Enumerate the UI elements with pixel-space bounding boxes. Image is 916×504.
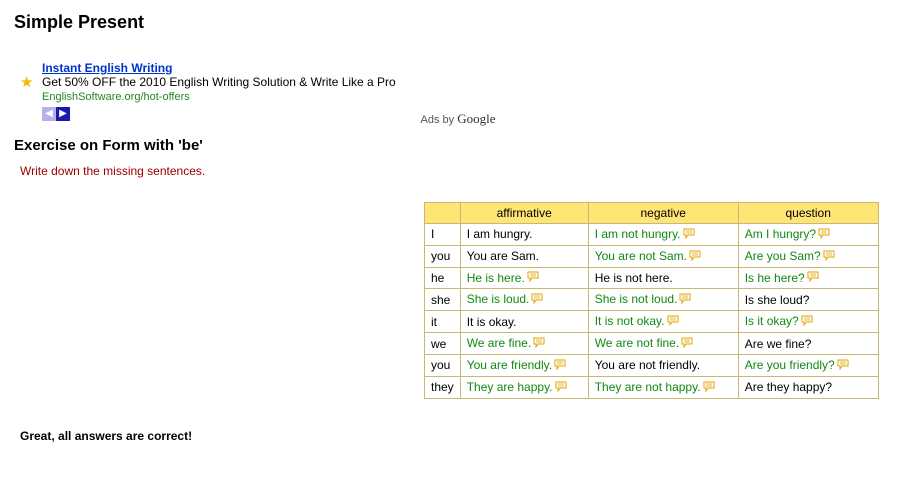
exercise-table: affirmative negative question I I am hung… bbox=[424, 202, 879, 399]
speech-bubble-icon[interactable] bbox=[703, 381, 715, 395]
header-negative: negative bbox=[588, 203, 738, 224]
cell-text: You are friendly. bbox=[467, 358, 552, 372]
cell-text: You are not Sam. bbox=[595, 249, 687, 263]
cell-text: I am hungry. bbox=[467, 227, 533, 241]
speech-bubble-icon[interactable] bbox=[554, 359, 566, 373]
cell-text: She is not loud. bbox=[595, 292, 678, 306]
cell-text: It is okay. bbox=[467, 315, 517, 329]
speech-bubble-icon[interactable] bbox=[807, 271, 819, 285]
cell-affirmative: We are fine. bbox=[460, 333, 588, 355]
table-row: we We are fine. We are not fine. Are we fin… bbox=[425, 333, 879, 355]
cell-text: Are you friendly? bbox=[745, 358, 835, 372]
cell-negative: I am not hungry. bbox=[588, 224, 738, 246]
cell-affirmative: They are happy. bbox=[460, 376, 588, 398]
ad-body-text: Get 50% OFF the 2010 English Writing Sol… bbox=[42, 75, 396, 89]
speech-bubble-icon[interactable] bbox=[533, 337, 545, 351]
cell-text: She is loud. bbox=[467, 292, 530, 306]
table-row: I I am hungry. I am not hungry. Am I hungry… bbox=[425, 224, 879, 246]
cell-text: Is he here? bbox=[745, 271, 805, 285]
cell-affirmative: You are Sam. bbox=[460, 245, 588, 267]
cell-pronoun: he bbox=[425, 267, 461, 289]
speech-bubble-icon[interactable] bbox=[531, 293, 543, 307]
table-row: she She is loud. She is not loud. Is she lo… bbox=[425, 289, 879, 311]
cell-affirmative: You are friendly. bbox=[460, 354, 588, 376]
cell-text: Are you Sam? bbox=[745, 249, 821, 263]
cell-negative: We are not fine. bbox=[588, 333, 738, 355]
speech-bubble-icon[interactable] bbox=[667, 315, 679, 329]
cell-question: Is it okay? bbox=[738, 311, 878, 333]
cell-text: Is she loud? bbox=[745, 293, 810, 307]
table-row: you You are Sam. You are not Sam. Are you S… bbox=[425, 245, 879, 267]
cell-text: Are they happy? bbox=[745, 380, 832, 394]
speech-bubble-icon[interactable] bbox=[837, 359, 849, 373]
cell-affirmative: It is okay. bbox=[460, 311, 588, 333]
exercise-subtitle: Exercise on Form with 'be' bbox=[14, 137, 902, 154]
cell-question: Is he here? bbox=[738, 267, 878, 289]
cell-text: You are not friendly. bbox=[595, 358, 700, 372]
cell-text: We are not fine. bbox=[595, 336, 680, 350]
header-corner bbox=[425, 203, 461, 224]
cell-text: He is not here. bbox=[595, 271, 673, 285]
cell-negative: You are not Sam. bbox=[588, 245, 738, 267]
cell-negative: She is not loud. bbox=[588, 289, 738, 311]
ad-nav: ◀▶ bbox=[42, 105, 902, 121]
speech-bubble-icon[interactable] bbox=[801, 315, 813, 329]
cell-negative: He is not here. bbox=[588, 267, 738, 289]
ad-next-icon[interactable]: ▶ bbox=[56, 107, 70, 121]
cell-negative: You are not friendly. bbox=[588, 354, 738, 376]
table-row: it It is okay. It is not okay. Is it okay? bbox=[425, 311, 879, 333]
cell-text: I am not hungry. bbox=[595, 227, 681, 241]
cell-pronoun: I bbox=[425, 224, 461, 246]
table-row: he He is here. He is not here. Is he here? bbox=[425, 267, 879, 289]
cell-text: It is not okay. bbox=[595, 314, 665, 328]
speech-bubble-icon[interactable] bbox=[555, 381, 567, 395]
cell-text: They are not happy. bbox=[595, 380, 701, 394]
cell-pronoun: she bbox=[425, 289, 461, 311]
cell-pronoun: we bbox=[425, 333, 461, 355]
header-affirmative: affirmative bbox=[460, 203, 588, 224]
cell-text: They are happy. bbox=[467, 380, 553, 394]
cell-pronoun: you bbox=[425, 245, 461, 267]
result-message: Great, all answers are correct! bbox=[20, 429, 902, 443]
cell-text: You are Sam. bbox=[467, 249, 539, 263]
star-icon: ★ bbox=[20, 73, 33, 91]
cell-question: Are you Sam? bbox=[738, 245, 878, 267]
cell-negative: It is not okay. bbox=[588, 311, 738, 333]
ad-title-link[interactable]: Instant English Writing bbox=[42, 61, 172, 75]
cell-question: Are you friendly? bbox=[738, 354, 878, 376]
cell-text: We are fine. bbox=[467, 336, 531, 350]
cell-pronoun: it bbox=[425, 311, 461, 333]
header-question: question bbox=[738, 203, 878, 224]
speech-bubble-icon[interactable] bbox=[683, 228, 695, 242]
cell-question: Are they happy? bbox=[738, 376, 878, 398]
cell-text: Are we fine? bbox=[745, 337, 812, 351]
cell-text: He is here. bbox=[467, 271, 525, 285]
cell-negative: They are not happy. bbox=[588, 376, 738, 398]
exercise-instruction: Write down the missing sentences. bbox=[20, 164, 902, 178]
speech-bubble-icon[interactable] bbox=[681, 337, 693, 351]
cell-text: Is it okay? bbox=[745, 314, 799, 328]
cell-affirmative: She is loud. bbox=[460, 289, 588, 311]
cell-text: Am I hungry? bbox=[745, 227, 816, 241]
ad-prev-icon[interactable]: ◀ bbox=[42, 107, 56, 121]
speech-bubble-icon[interactable] bbox=[818, 228, 830, 242]
speech-bubble-icon[interactable] bbox=[679, 293, 691, 307]
cell-affirmative: He is here. bbox=[460, 267, 588, 289]
ad-url-text[interactable]: EnglishSoftware.org/hot-offers bbox=[42, 91, 190, 103]
cell-question: Are we fine? bbox=[738, 333, 878, 355]
table-row: they They are happy. They are not happy. Ar… bbox=[425, 376, 879, 398]
speech-bubble-icon[interactable] bbox=[823, 250, 835, 264]
cell-pronoun: they bbox=[425, 376, 461, 398]
cell-affirmative: I am hungry. bbox=[460, 224, 588, 246]
cell-question: Is she loud? bbox=[738, 289, 878, 311]
ad-block: ★ Instant English Writing Get 50% OFF th… bbox=[42, 61, 902, 121]
table-row: you You are friendly. You are not friendly… bbox=[425, 354, 879, 376]
page-title: Simple Present bbox=[14, 12, 902, 33]
cell-pronoun: you bbox=[425, 354, 461, 376]
speech-bubble-icon[interactable] bbox=[527, 271, 539, 285]
speech-bubble-icon[interactable] bbox=[689, 250, 701, 264]
cell-question: Am I hungry? bbox=[738, 224, 878, 246]
